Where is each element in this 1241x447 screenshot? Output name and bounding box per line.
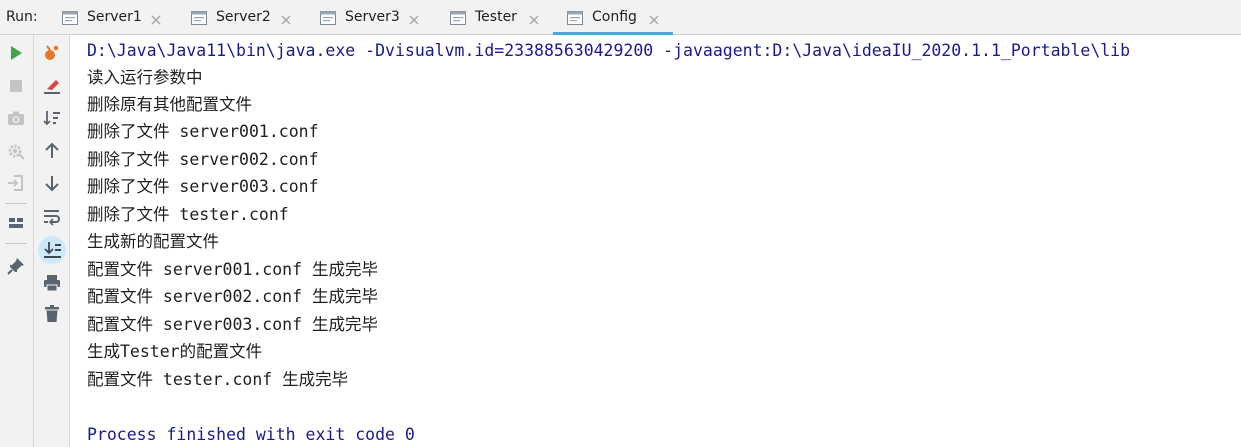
stop-icon[interactable]: [5, 75, 27, 97]
console-command-line: D:\Java\Java11\bin\java.exe -Dvisualvm.i…: [87, 41, 1131, 60]
exit-login-icon[interactable]: [5, 172, 27, 194]
print-icon[interactable]: [41, 272, 63, 294]
toolbar-divider: [33, 35, 34, 447]
console-output[interactable]: D:\Java\Java11\bin\java.exe -Dvisualvm.i…: [71, 35, 1241, 447]
run-tool-window: Run: Server1 Server2 Server3 Tester Conf…: [0, 0, 1241, 447]
down-arrow-icon[interactable]: [41, 172, 63, 194]
run-tab-bar: Run: Server1 Server2 Server3 Tester Conf…: [0, 0, 1241, 35]
console-window-icon: [320, 10, 336, 25]
debug-gear-icon[interactable]: [5, 140, 27, 162]
layout-icon[interactable]: [5, 212, 27, 234]
console-window-icon: [191, 10, 207, 25]
close-icon[interactable]: [280, 11, 292, 25]
scroll-to-end-icon[interactable]: [41, 239, 63, 261]
run-icon[interactable]: [5, 42, 27, 64]
console-line: 删除了文件 server003.conf: [87, 177, 319, 196]
tab-label: Server3: [345, 9, 400, 25]
console-line: 配置文件 server002.conf 生成完毕: [87, 287, 378, 306]
console-line: 删除了文件 server002.conf: [87, 150, 319, 169]
pin-icon[interactable]: [5, 255, 27, 277]
camera-icon[interactable]: [5, 107, 27, 129]
clear-line-icon[interactable]: [41, 75, 63, 97]
close-icon[interactable]: [648, 11, 660, 25]
console-line: 配置文件 server001.conf 生成完毕: [87, 260, 378, 279]
console-window-icon: [567, 10, 583, 25]
tab-server3[interactable]: Server3: [320, 0, 440, 34]
tab-config[interactable]: Config: [553, 0, 673, 35]
console-line: 删除了文件 tester.conf: [87, 205, 289, 224]
soft-wrap-icon[interactable]: [41, 205, 63, 227]
profiler-icon[interactable]: [41, 42, 63, 64]
up-arrow-icon[interactable]: [41, 140, 63, 162]
console-line: 删除原有其他配置文件: [87, 95, 252, 114]
toolbar-separator: [5, 243, 27, 244]
tab-label: Server2: [216, 9, 271, 25]
tab-label: Config: [592, 9, 637, 25]
console-line: 生成新的配置文件: [87, 232, 219, 251]
tab-tester[interactable]: Tester: [450, 0, 560, 34]
console-line: 配置文件 server003.conf 生成完毕: [87, 315, 378, 334]
run-label: Run:: [6, 9, 38, 25]
console-line: 配置文件 tester.conf 生成完毕: [87, 370, 349, 389]
tab-server2[interactable]: Server2: [191, 0, 311, 34]
process-exit-message: Process finished with exit code 0: [87, 425, 415, 444]
console-line: 删除了文件 server001.conf: [87, 122, 319, 141]
console-window-icon: [450, 10, 466, 25]
tab-label: Server1: [87, 9, 142, 25]
trash-icon[interactable]: [41, 303, 63, 325]
close-icon[interactable]: [150, 11, 162, 25]
console-line: 读入运行参数中: [87, 68, 203, 87]
close-icon[interactable]: [528, 11, 540, 25]
console-line: 生成Tester的配置文件: [87, 342, 263, 361]
console-window-icon: [62, 10, 78, 25]
sort-icon[interactable]: [41, 107, 63, 129]
close-icon[interactable]: [408, 11, 420, 25]
tab-label: Tester: [475, 9, 517, 25]
toolbar-separator: [5, 203, 27, 204]
tab-server1[interactable]: Server1: [62, 0, 182, 34]
